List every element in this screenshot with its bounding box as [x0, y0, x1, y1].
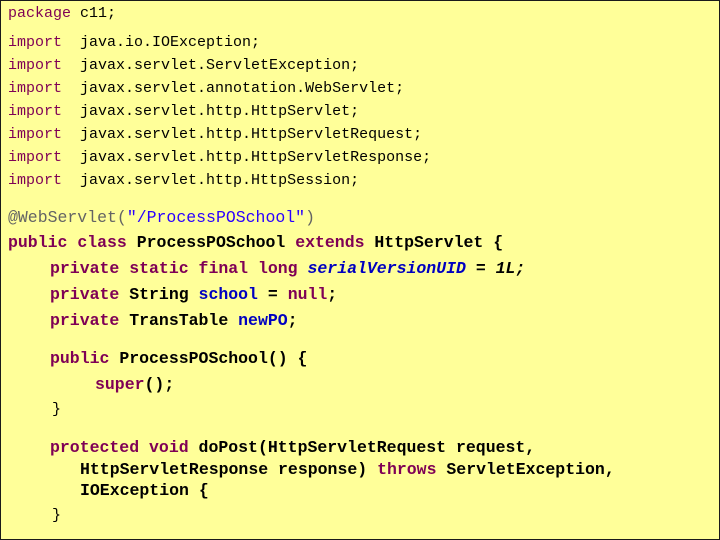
constructor-name: ProcessPOSchool() {	[119, 349, 308, 368]
call-args: ();	[144, 375, 175, 394]
import-name: javax.servlet.annotation.WebServlet;	[80, 80, 405, 97]
import-line: import javax.servlet.http.HttpServlet;	[8, 103, 359, 120]
method-close-brace: }	[52, 507, 62, 524]
field-serial-version: private static final long serialVersionU…	[50, 259, 525, 278]
keyword: void	[149, 438, 189, 457]
keyword: import	[8, 57, 63, 74]
keyword: import	[8, 34, 63, 51]
field-value: = 1L;	[465, 259, 526, 278]
constructor-close-brace: }	[52, 401, 62, 418]
keyword: super	[95, 375, 145, 394]
keyword: final	[198, 259, 249, 278]
super-call: super();	[95, 375, 174, 394]
import-line: import javax.servlet.ServletException;	[8, 57, 359, 74]
keyword: static	[129, 259, 189, 278]
annotation-line: @WebServlet("/ProcessPOSchool")	[8, 208, 315, 227]
field-type: TransTable	[129, 311, 229, 330]
field-school: private String school = null;	[50, 285, 337, 304]
semicolon: ;	[287, 311, 298, 330]
parent-class: HttpServlet {	[374, 233, 504, 252]
keyword: import	[8, 103, 63, 120]
import-name: javax.servlet.ServletException;	[80, 57, 360, 74]
keyword: class	[77, 233, 127, 252]
keyword: public	[8, 233, 68, 252]
field-newpo: private TransTable newPO;	[50, 311, 298, 330]
field-name: serialVersionUID	[307, 259, 466, 278]
method-declaration: protected void doPost(HttpServletRequest…	[50, 438, 535, 457]
import-name: javax.servlet.http.HttpSession;	[80, 172, 360, 189]
keyword: long	[257, 259, 298, 278]
method-param: HttpServletResponse response)	[80, 460, 368, 479]
keyword: null	[287, 285, 328, 304]
keyword: package	[8, 5, 72, 22]
package-name: c11;	[80, 5, 117, 22]
class-declaration: public class ProcessPOSchool extends Htt…	[8, 233, 503, 252]
operator: =	[257, 285, 288, 304]
method-throws-line: IOException {	[80, 481, 209, 500]
import-name: javax.servlet.http.HttpServlet;	[80, 103, 360, 120]
class-name: ProcessPOSchool	[136, 233, 286, 252]
method-params-line: HttpServletResponse response) throws Ser…	[80, 460, 615, 479]
keyword: private	[50, 285, 120, 304]
annotation-value: "/ProcessPOSchool"	[126, 208, 306, 227]
keyword: extends	[295, 233, 365, 252]
import-name: javax.servlet.http.HttpServletRequest;	[80, 126, 423, 143]
exception-type: IOException {	[80, 481, 209, 500]
keyword: import	[8, 149, 63, 166]
keyword: import	[8, 172, 63, 189]
semicolon: ;	[327, 285, 338, 304]
import-line: import javax.servlet.http.HttpServletReq…	[8, 126, 422, 143]
constructor-declaration: public ProcessPOSchool() {	[50, 349, 307, 368]
keyword: public	[50, 349, 110, 368]
import-line: import javax.servlet.annotation.WebServl…	[8, 80, 404, 97]
field-name: newPO	[238, 311, 288, 330]
import-line: import javax.servlet.http.HttpSession;	[8, 172, 359, 189]
field-type: String	[129, 285, 189, 304]
code-slide: package c11; import java.io.IOException;…	[0, 0, 720, 540]
import-line: import javax.servlet.http.HttpServletRes…	[8, 149, 431, 166]
keyword: throws	[377, 460, 437, 479]
annotation-close: )	[305, 208, 315, 227]
import-name: javax.servlet.http.HttpServletResponse;	[80, 149, 432, 166]
annotation: @WebServlet(	[8, 208, 127, 227]
import-name: java.io.IOException;	[80, 34, 261, 51]
package-line: package c11;	[8, 5, 116, 22]
keyword: import	[8, 126, 63, 143]
import-line: import java.io.IOException;	[8, 34, 260, 51]
exception-type: ServletException,	[446, 460, 615, 479]
keyword: import	[8, 80, 63, 97]
field-name: school	[198, 285, 258, 304]
keyword: private	[50, 311, 120, 330]
keyword: protected	[50, 438, 140, 457]
method-signature: doPost(HttpServletRequest request,	[198, 438, 536, 457]
keyword: private	[50, 259, 120, 278]
